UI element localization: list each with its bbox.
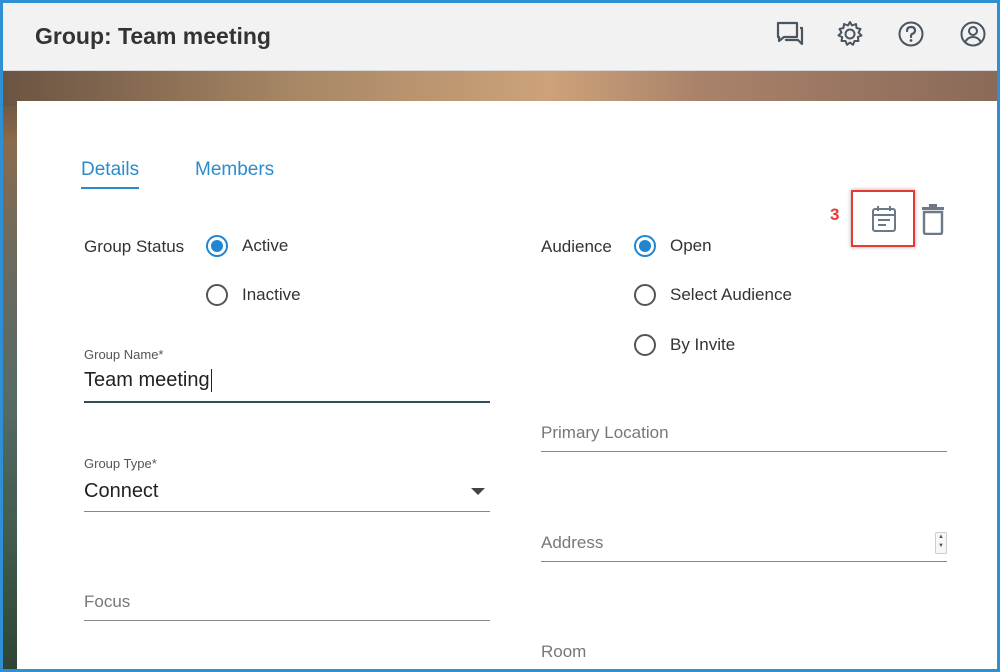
account-icon[interactable] (957, 18, 989, 50)
status-active-radio[interactable]: Active (206, 235, 288, 257)
audience-label: Audience (541, 237, 612, 256)
top-bar: Group: Team meeting (3, 3, 997, 71)
group-name-value: Team meeting (84, 369, 212, 392)
radio-circle (634, 235, 656, 257)
room-field[interactable]: Room (541, 636, 947, 669)
radio-label: By Invite (670, 335, 736, 354)
room-placeholder: Room (541, 642, 587, 661)
group-status-label: Group Status (84, 237, 185, 256)
chat-icon[interactable] (774, 18, 806, 50)
radio-label: Open (670, 236, 712, 255)
spinner-icon[interactable]: ▲ ▼ (935, 532, 947, 554)
radio-circle (634, 334, 656, 356)
status-inactive-radio[interactable]: Inactive (206, 284, 301, 306)
tab-members[interactable]: Members (195, 159, 274, 187)
address-placeholder: Address (541, 533, 604, 552)
delete-icon[interactable] (920, 203, 946, 236)
group-type-value: Connect (84, 480, 159, 502)
group-name-field[interactable]: Team meeting (84, 363, 490, 403)
radio-circle (206, 235, 228, 257)
callout-number: 3 (830, 205, 840, 224)
tab-details[interactable]: Details (81, 159, 140, 189)
calendar-icon[interactable] (871, 205, 897, 233)
audience-open-radio[interactable]: Open (634, 235, 712, 257)
group-type-label: Group Type* (84, 456, 157, 471)
focus-field[interactable]: Focus (84, 586, 490, 621)
help-icon[interactable] (895, 18, 927, 50)
details-panel: Details Members 3 Group Status Active In… (17, 101, 997, 669)
address-field[interactable]: Address ▲ ▼ (541, 527, 947, 562)
group-name-label: Group Name* (84, 347, 164, 362)
chevron-down-icon (471, 488, 485, 495)
radio-label: Select Audience (670, 285, 792, 304)
radio-label: Active (242, 236, 289, 255)
page-title: Group: Team meeting (35, 23, 271, 49)
audience-select-radio[interactable]: Select Audience (634, 284, 792, 306)
primary-location-field[interactable]: Primary Location (541, 417, 947, 452)
radio-circle (206, 284, 228, 306)
settings-icon[interactable] (834, 18, 866, 50)
app-window: Group: Team meeting Details Members 3 Gr… (0, 0, 1000, 672)
primary-location-placeholder: Primary Location (541, 423, 669, 442)
audience-invite-radio[interactable]: By Invite (634, 334, 735, 356)
focus-placeholder: Focus (84, 592, 131, 611)
group-type-select[interactable]: Connect (84, 473, 490, 512)
radio-circle (634, 284, 656, 306)
radio-label: Inactive (242, 285, 301, 304)
